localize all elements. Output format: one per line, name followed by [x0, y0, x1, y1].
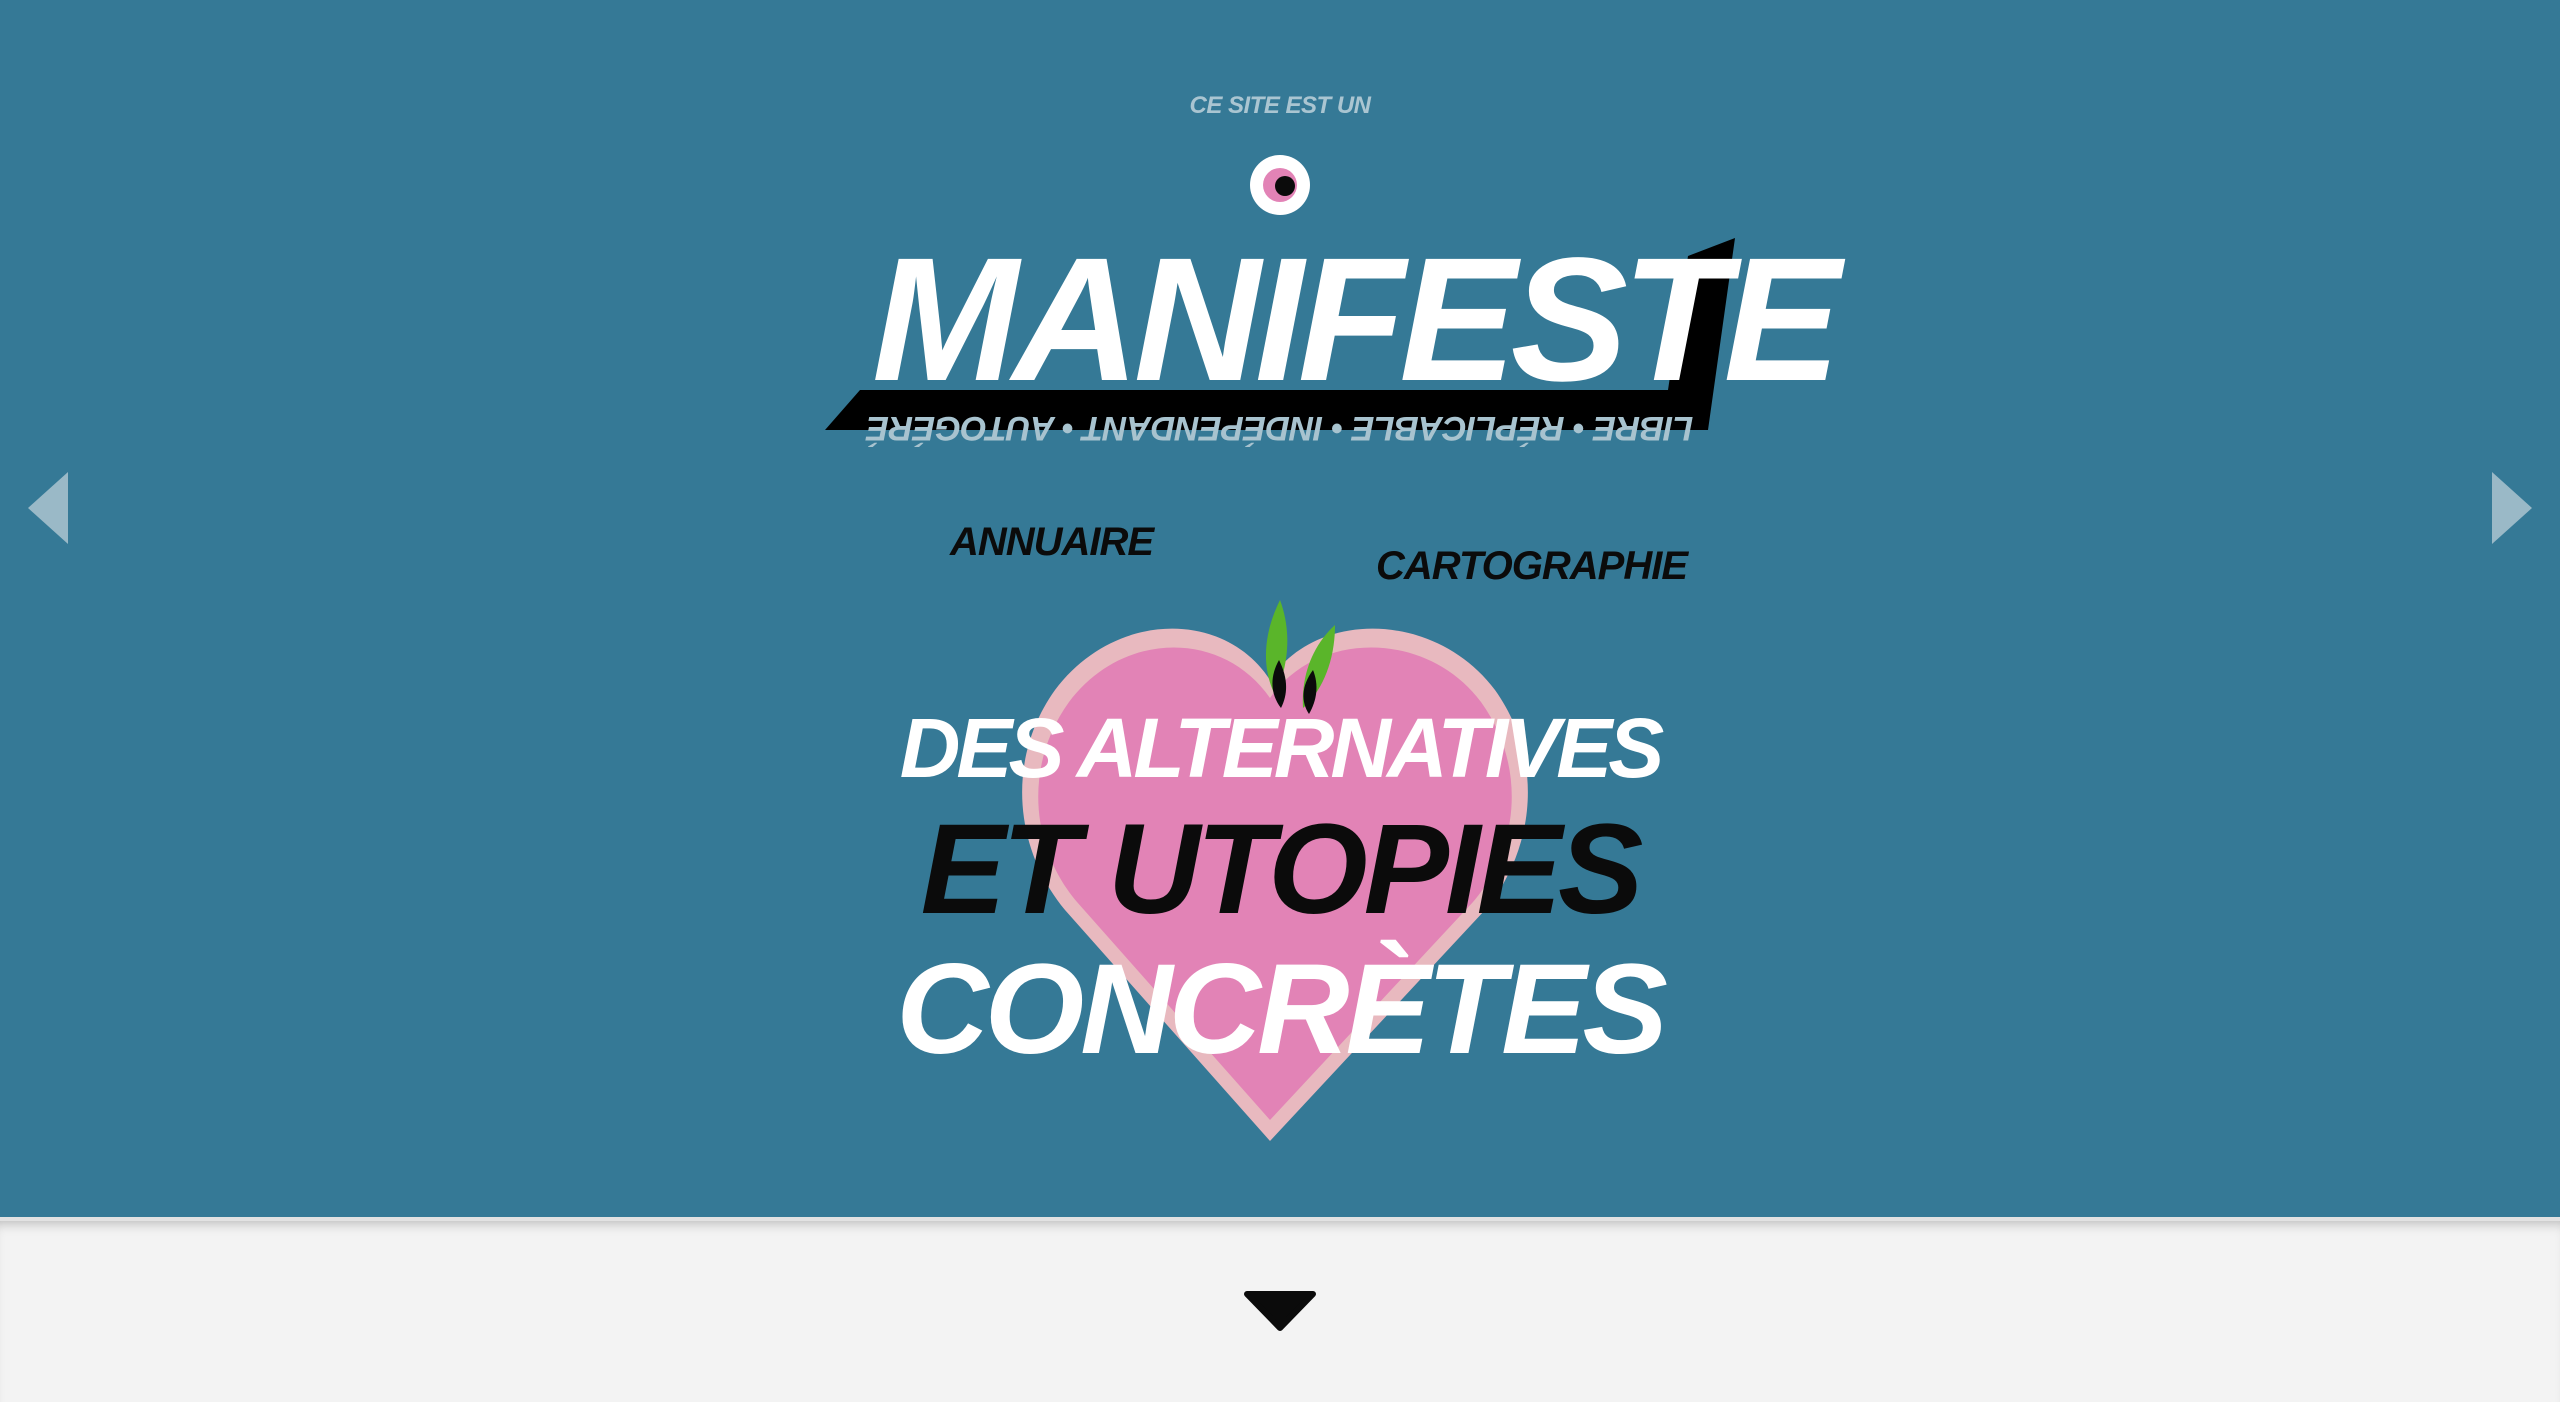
prev-slide-button[interactable]: [24, 468, 76, 553]
eye-icon: [1248, 153, 1312, 222]
intro-text: CE SITE EST UN: [1189, 92, 1371, 119]
chevron-left-icon: [28, 472, 68, 544]
site-title: MANIFESTE: [872, 222, 1841, 418]
chevron-right-icon: [2492, 472, 2532, 544]
caret-down-icon: [1244, 1291, 1316, 1331]
slogan-line-3: CONCRÈTES: [896, 938, 1668, 1081]
slogan-line-1: DES ALTERNATIVES: [899, 701, 1665, 795]
hero-section: CE SITE EST UN MANIFESTE LIBRE • RÉPLICA…: [0, 0, 2560, 1217]
scroll-down-button[interactable]: [1243, 1290, 1317, 1337]
next-slide-button[interactable]: [2484, 468, 2536, 553]
manifeste-logo: MANIFESTE LIBRE • RÉPLICABLE • INDÉPENDA…: [820, 222, 1841, 450]
nav-annuaire-link[interactable]: ANNUAIRE: [950, 520, 1154, 565]
nav-cartographie-link[interactable]: CARTOGRAPHIE: [1376, 544, 1688, 589]
tagline: LIBRE • RÉPLICABLE • INDÉPENDANT • AUTOG…: [866, 409, 1694, 447]
slogan-line-2: ET UTOPIES: [920, 798, 1644, 941]
